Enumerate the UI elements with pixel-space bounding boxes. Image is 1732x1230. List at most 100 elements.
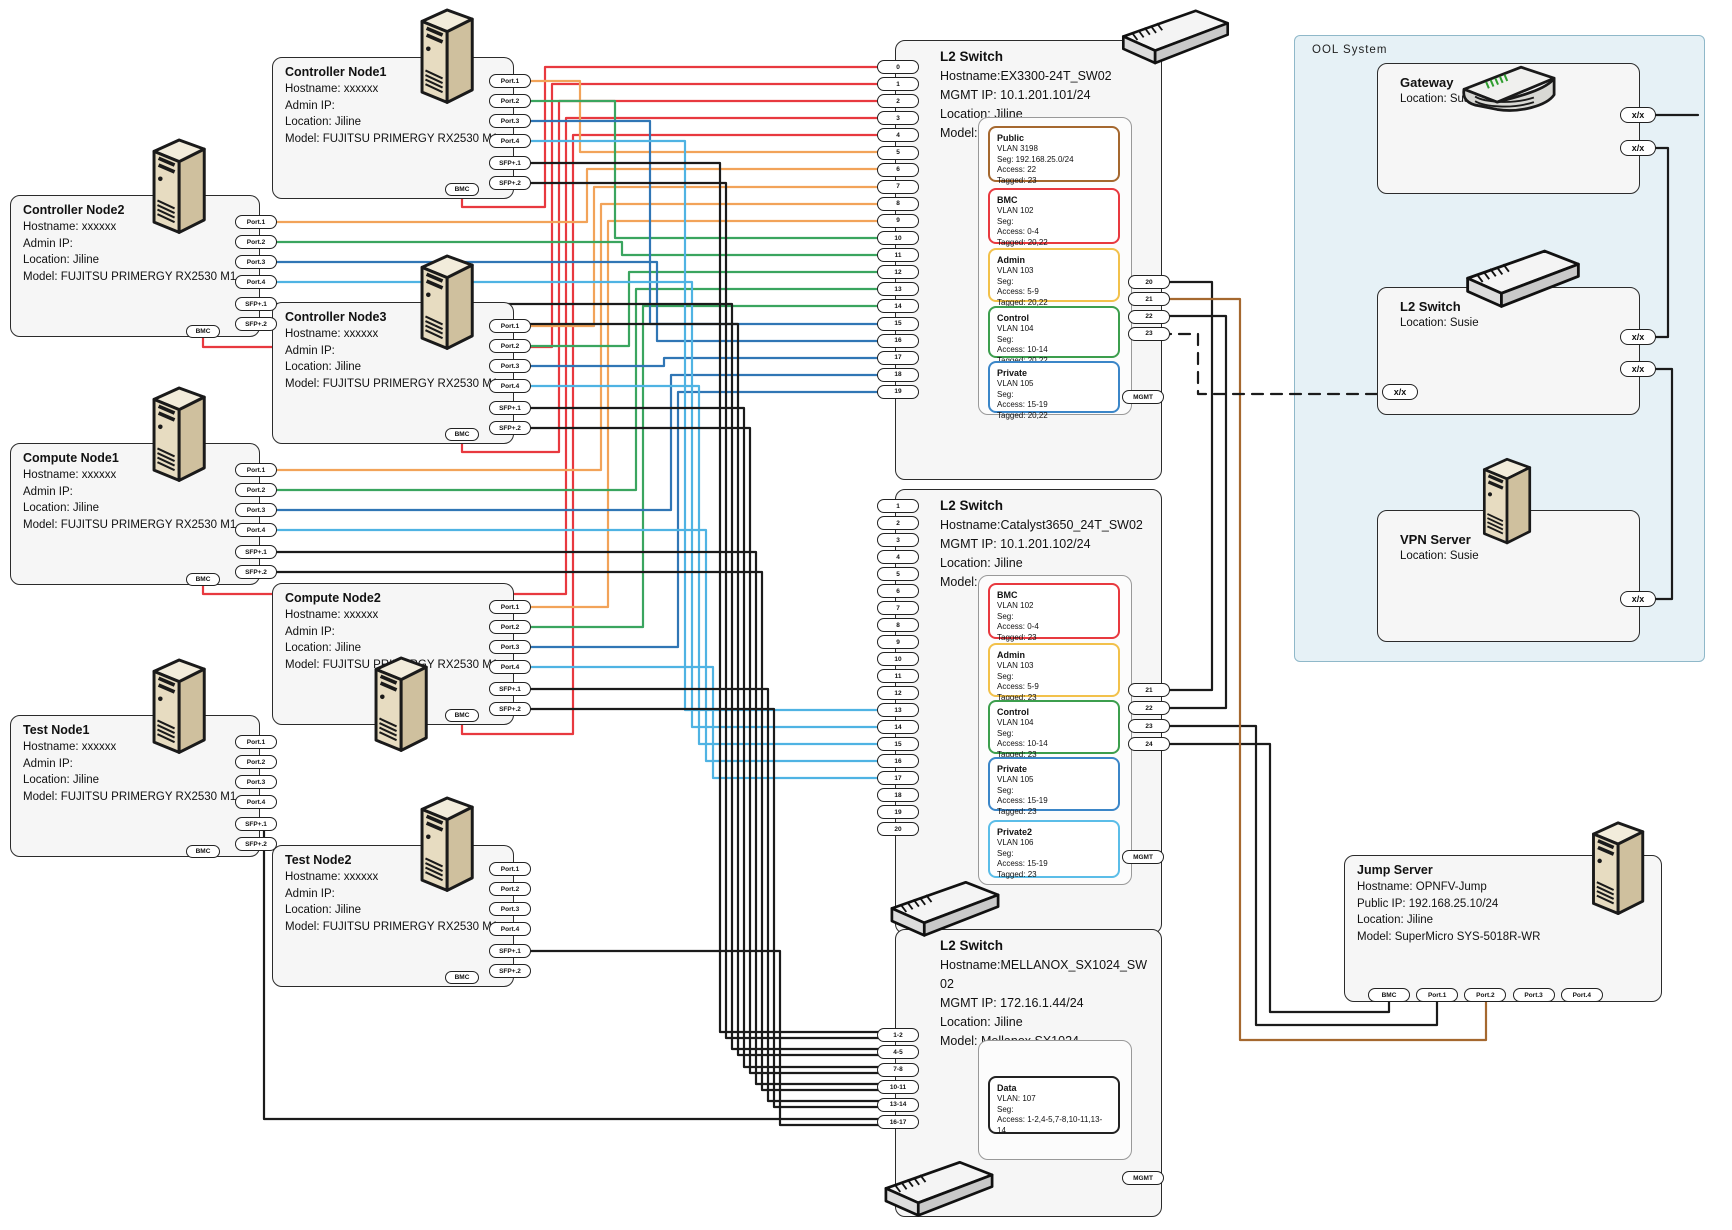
switch-port: 21 [1128,292,1170,306]
vlan-detail: Access: 1-2,4-5,7-8,10-11,13-14 [997,1115,1111,1136]
switch-port: 3 [877,111,919,125]
vlan-detail: VLAN 103 [997,266,1111,277]
node-port: SFP+.2 [235,317,277,331]
node-port: SFP+.2 [235,837,277,851]
ool-system-label: OOL System [1312,44,1387,56]
node-port: Port.2 [235,235,277,249]
vlan-detail: Seg: [997,849,1111,860]
switch-port: 5 [877,146,919,160]
vlan-detail: Access: 10-14 [997,345,1111,356]
node-port: Port.2 [489,882,531,896]
node-port: Port.4 [489,134,531,148]
node-port: SFP+.2 [489,176,531,190]
server-tower-icon [140,380,216,485]
node-test1: Test Node1 Hostname: xxxxxxAdmin IP:Loca… [10,715,260,857]
switch-port: 1 [877,499,919,513]
node-port: Port.4 [489,379,531,393]
vlan-detail: Access: 10-14 [997,739,1111,750]
vlan-name: Control [997,707,1111,718]
switch-port: 7-8 [877,1063,919,1077]
node-port: SFP+.1 [235,545,277,559]
switch-port: 6 [877,584,919,598]
node-detail: Admin IP: [23,484,251,501]
vlan-detail: Seg: [997,217,1111,228]
node-port: SFP+.1 [235,297,277,311]
server-tower-icon [140,132,216,237]
server-port: Port.3 [1513,988,1555,1002]
bmc-port: BMC [186,573,220,586]
server-tower-icon [408,790,484,895]
switch-port: 19 [877,805,919,819]
mgmt-port: MGMT [1122,1171,1164,1185]
vlan-detail: Access: 0-4 [997,622,1111,633]
node-port: Port.3 [489,902,531,916]
node-port: SFP+.1 [489,401,531,415]
node-port: SFP+.2 [489,702,531,716]
vlan-detail: Access: 5-9 [997,287,1111,298]
switch-port: 12 [877,686,919,700]
switch-port: 18 [877,788,919,802]
ool-switch-port: x/x [1620,361,1656,377]
node-port: Port.4 [489,660,531,674]
vlan-detail: VLAN 105 [997,379,1111,390]
bmc-port: BMC [186,325,220,338]
node-detail: Location: Jiline [1357,912,1607,929]
switch-title: L2 Switch [940,496,1152,516]
switch-port: 23 [1128,327,1170,341]
server-port: Port.2 [1464,988,1506,1002]
node-port: Port.2 [489,94,531,108]
node-detail: Location: Jiline [285,114,513,131]
node-detail: Hostname: OPNFV-Jump [1357,879,1607,896]
switch-detail: MGMT IP: 10.1.201.102/24 [940,535,1152,554]
node-port: SFP+.2 [489,421,531,435]
switch-port: 1 [877,77,919,91]
node-port: Port.1 [489,74,531,88]
server-tower-icon [362,650,438,755]
switch-detail: Hostname:MELLANOX_SX1024_SW02 [940,956,1152,994]
node-port: Port.3 [489,359,531,373]
node-detail: Model: SuperMicro SYS-5018R-WR [1357,929,1607,946]
vlan-detail: Seg: [997,1105,1111,1116]
node-detail: Location: Jiline [23,252,251,269]
vlan-detail: Seg: [997,277,1111,288]
vlan-detail: Access: 5-9 [997,682,1111,693]
node-detail: Model: FUJITSU PRIMERGY RX2530 M1 [23,269,251,286]
vlan-name: Private [997,764,1111,775]
vlan-public: Public VLAN 3198Seg: 192.168.25.0/24Acce… [988,126,1120,182]
switch-port: 8 [877,197,919,211]
vlan-detail: Tagged: 20,22 [997,411,1111,422]
vlan-bmc: BMC VLAN 102Seg:Access: 0-4Tagged: 23 [988,583,1120,639]
switch-port: 4-5 [877,1045,919,1059]
server-tower-icon [1580,815,1654,918]
switch-detail: MGMT IP: 10.1.201.101/24 [940,86,1152,105]
node-title: Test Node1 [23,722,251,739]
gateway-port: x/x [1620,140,1656,156]
switch-3d-icon [1118,4,1233,76]
vlan-detail: Access: 15-19 [997,400,1111,411]
switch-port: 20 [877,822,919,836]
node-detail: Admin IP: [23,756,251,773]
vlan-name: BMC [997,195,1111,206]
node-port: Port.3 [489,640,531,654]
vlan-detail: Access: 15-19 [997,796,1111,807]
switch-port: 17 [877,771,919,785]
node-port: Port.3 [235,503,277,517]
vlan-private: Private VLAN 105Seg:Access: 15-19Tagged:… [988,757,1120,811]
node-port: Port.3 [235,775,277,789]
node-port: SFP+.1 [489,944,531,958]
vlan-detail: Access: 15-19 [997,859,1111,870]
vlan-name: Private2 [997,827,1111,838]
vlan-detail: Seg: [997,335,1111,346]
node-port: Port.1 [235,463,277,477]
switch-port: 16 [877,754,919,768]
node-port: Port.4 [235,275,277,289]
node-detail: Hostname: xxxxxx [23,467,251,484]
server-tower-icon [408,248,484,353]
node-port: SFP+.1 [489,682,531,696]
vlan-detail: Seg: [997,390,1111,401]
switch-port: 6 [877,163,919,177]
node-port: Port.2 [489,620,531,634]
switch-port: 7 [877,601,919,615]
switch-port: 11 [877,248,919,262]
ool-switch-port: x/x [1620,329,1656,345]
